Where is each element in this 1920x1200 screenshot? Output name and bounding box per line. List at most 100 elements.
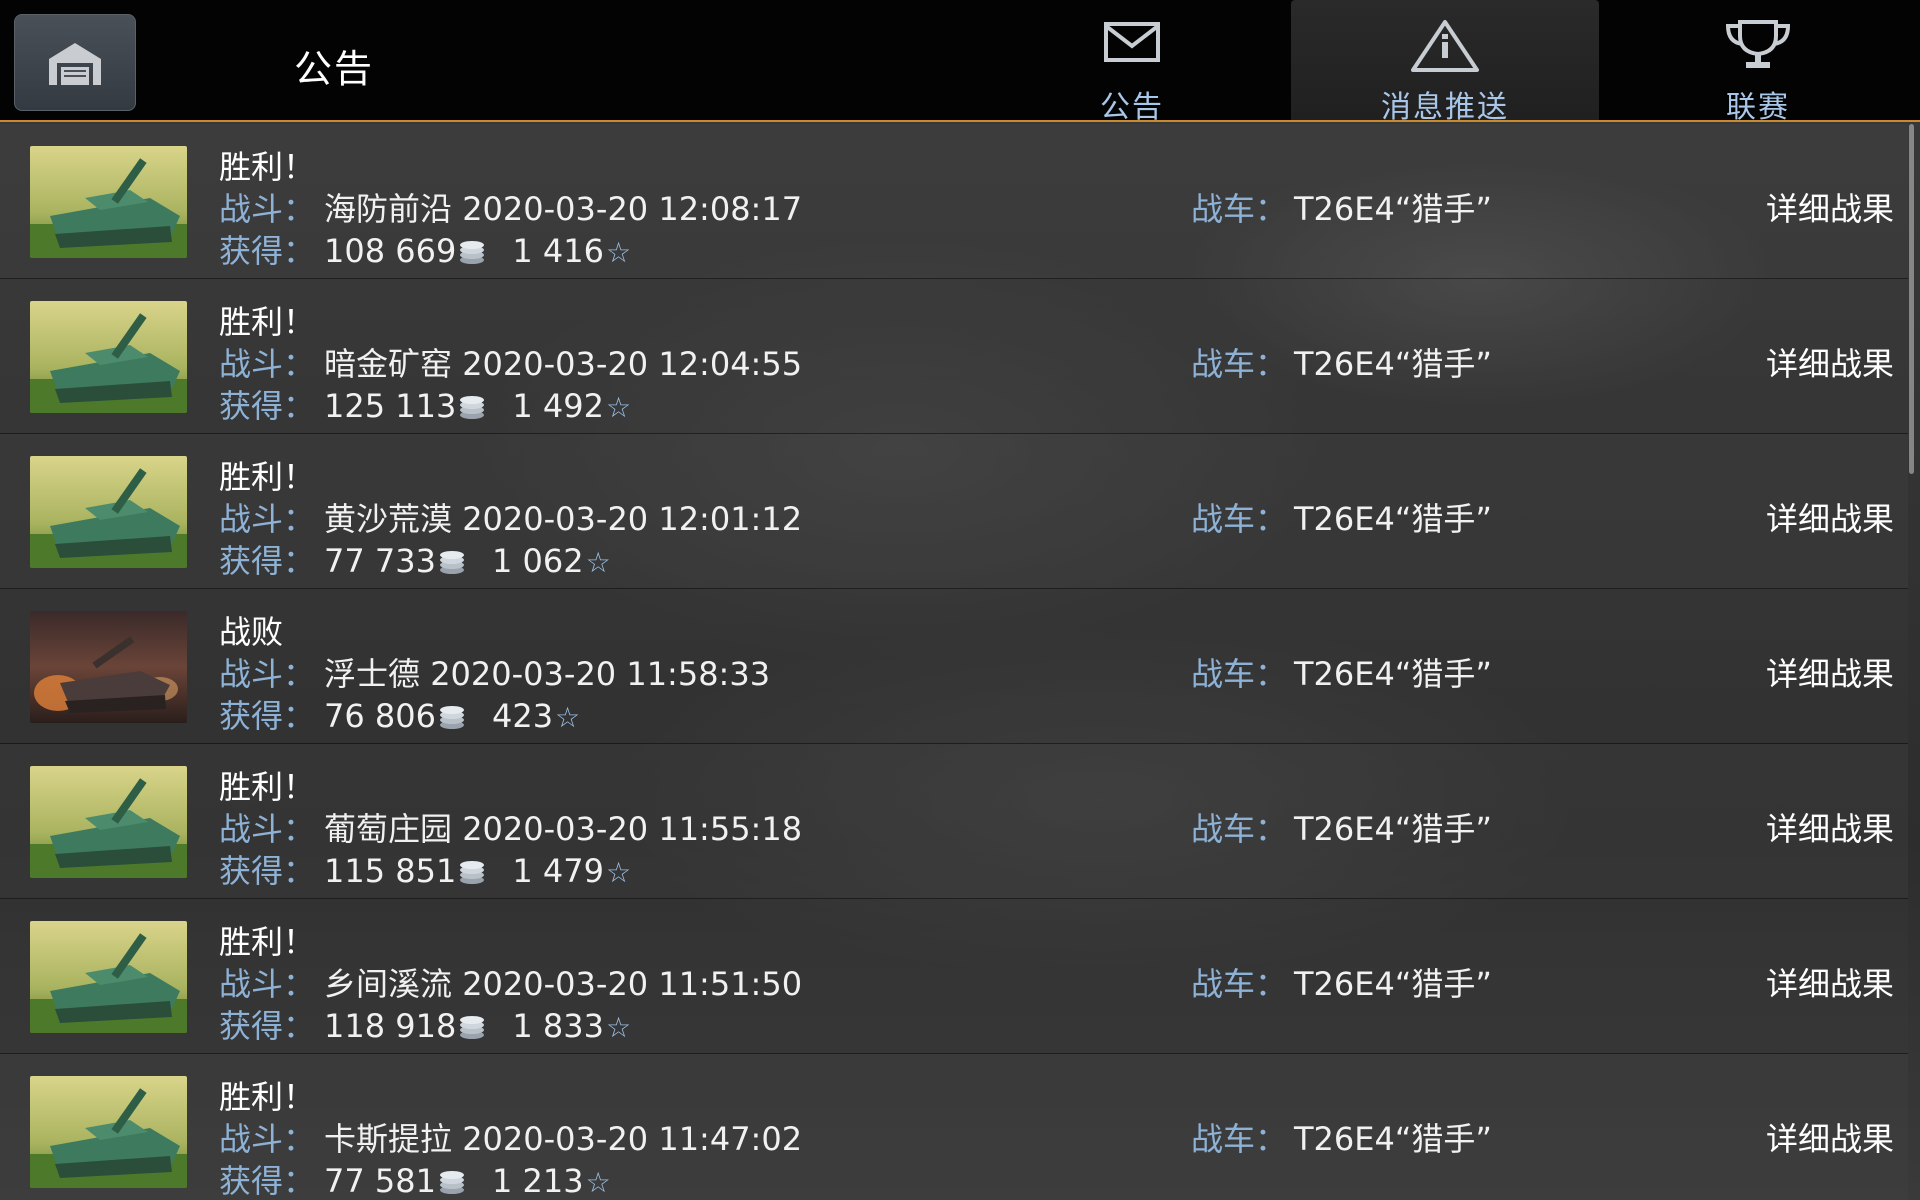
battle-result: 胜利！ xyxy=(219,148,316,186)
earnings-info: 获得： 115 851 1 479☆ xyxy=(219,846,631,892)
tank-thumbnail xyxy=(30,301,187,413)
battle-row[interactable]: 胜利！ 战斗： 海防前沿 2020-03-20 12:08:17 获得： 108 6… xyxy=(0,124,1908,279)
battle-result: 胜利！ xyxy=(219,923,316,961)
xp-value: 1 213 xyxy=(491,1162,584,1200)
earnings-info: 获得： 76 806 423☆ xyxy=(219,691,580,737)
battle-result: 胜利！ xyxy=(219,768,316,806)
credits-icon xyxy=(439,551,464,574)
battle-row[interactable]: 胜利！ 战斗： 暗金矿窑 2020-03-20 12:04:55 获得： 125 1… xyxy=(0,279,1908,434)
garage-home-button[interactable] xyxy=(14,14,136,111)
star-icon: ☆ xyxy=(605,856,632,889)
credits-icon xyxy=(460,1016,485,1039)
credits-icon xyxy=(439,1171,464,1194)
battle-result: 胜利！ xyxy=(219,458,316,496)
battle-label: 战斗： xyxy=(219,190,316,228)
earnings-info: 获得： 108 669 1 416☆ xyxy=(219,226,631,272)
tab-push-messages[interactable]: 消息推送 xyxy=(1291,0,1599,125)
battle-info: 战斗： 葡萄庄园 2020-03-20 11:55:18 xyxy=(219,804,802,850)
map-name: 乡间溪流 xyxy=(324,965,453,1003)
xp-value: 1 479 xyxy=(512,852,604,890)
battle-info: 战斗： 浮士德 2020-03-20 11:58:33 xyxy=(219,649,770,695)
credits-value: 125 113 xyxy=(324,387,457,425)
trophy-icon xyxy=(1725,20,1791,68)
battle-label: 战斗： xyxy=(219,810,316,848)
earned-label: 获得： xyxy=(219,697,316,735)
battle-row[interactable]: 胜利！ 战斗： 乡间溪流 2020-03-20 11:51:50 获得： 118 9… xyxy=(0,899,1908,1054)
battle-label: 战斗： xyxy=(219,345,316,383)
garage-icon xyxy=(49,42,101,85)
battle-row[interactable]: 战败 战斗： 浮士德 2020-03-20 11:58:33 获得： 76 806 … xyxy=(0,589,1908,744)
tab-label: 联赛 xyxy=(1726,90,1790,125)
tank-thumbnail xyxy=(30,921,187,1033)
tank-label: 战车： xyxy=(1191,1120,1288,1158)
tank-thumbnail xyxy=(30,146,187,258)
earned-label: 获得： xyxy=(219,387,316,425)
detailed-results-button[interactable]: 详细战果 xyxy=(1766,959,1894,1005)
tab-announcements[interactable]: 公告 xyxy=(978,0,1286,125)
battle-row[interactable]: 胜利！ 战斗： 黄沙荒漠 2020-03-20 12:01:12 获得： 77 73… xyxy=(0,434,1908,589)
detailed-results-button[interactable]: 详细战果 xyxy=(1766,649,1894,695)
credits-value: 115 851 xyxy=(324,852,457,890)
top-bar: 公告 公告 消息推送 联赛 xyxy=(0,0,1920,125)
detailed-results-button[interactable]: 详细战果 xyxy=(1766,1114,1894,1160)
credits-icon xyxy=(460,241,485,264)
detailed-results-button[interactable]: 详细战果 xyxy=(1766,339,1894,385)
envelope-icon xyxy=(1104,22,1160,62)
battle-notifications-screen: 公告 公告 消息推送 联赛 胜利！ 战斗： 海防前沿 2020-03-20 12… xyxy=(0,0,1920,1200)
map-name: 海防前沿 xyxy=(324,190,453,228)
map-name: 黄沙荒漠 xyxy=(324,500,453,538)
tank-name: T26E4“猎手” xyxy=(1294,345,1493,383)
battle-datetime: 2020-03-20 12:04:55 xyxy=(462,345,803,383)
map-name: 卡斯提拉 xyxy=(324,1120,453,1158)
earned-label: 获得： xyxy=(219,852,316,890)
battle-result: 战败 xyxy=(219,613,284,651)
map-name: 浮士德 xyxy=(324,655,421,693)
scrollbar[interactable] xyxy=(1909,124,1914,474)
tab-league[interactable]: 联赛 xyxy=(1604,0,1912,125)
tank-thumbnail xyxy=(30,611,187,723)
battle-datetime: 2020-03-20 11:58:33 xyxy=(430,655,771,693)
star-icon: ☆ xyxy=(585,1166,611,1199)
star-icon: ☆ xyxy=(605,236,632,269)
earned-label: 获得： xyxy=(219,232,316,270)
battle-info: 战斗： 海防前沿 2020-03-20 12:08:17 xyxy=(219,184,802,230)
detailed-results-button[interactable]: 详细战果 xyxy=(1766,494,1894,540)
tank-name: T26E4“猎手” xyxy=(1294,500,1493,538)
tank-thumbnail-victory xyxy=(30,921,187,1033)
battle-info: 战斗： 卡斯提拉 2020-03-20 11:47:02 xyxy=(219,1114,802,1160)
battle-label: 战斗： xyxy=(219,655,316,693)
earned-label: 获得： xyxy=(219,1162,316,1200)
battle-datetime: 2020-03-20 11:51:50 xyxy=(462,965,803,1003)
xp-value: 1 416 xyxy=(512,232,604,270)
tank-label: 战车： xyxy=(1191,655,1288,693)
tank-thumbnail-victory xyxy=(30,1076,187,1188)
xp-value: 1 492 xyxy=(512,387,604,425)
battle-list: 胜利！ 战斗： 海防前沿 2020-03-20 12:08:17 获得： 108 6… xyxy=(0,124,1908,1200)
detailed-results-button[interactable]: 详细战果 xyxy=(1766,184,1894,230)
tank-name: T26E4“猎手” xyxy=(1294,190,1493,228)
star-icon: ☆ xyxy=(555,701,581,734)
tank-thumbnail-victory xyxy=(30,766,187,878)
battle-result: 胜利！ xyxy=(219,1078,316,1116)
credits-icon xyxy=(460,396,485,419)
credits-value: 118 918 xyxy=(324,1007,457,1045)
battle-datetime: 2020-03-20 11:47:02 xyxy=(462,1120,803,1158)
earned-label: 获得： xyxy=(219,1007,316,1045)
detailed-results-button[interactable]: 详细战果 xyxy=(1766,804,1894,850)
xp-value: 423 xyxy=(491,697,554,735)
credits-value: 76 806 xyxy=(324,697,436,735)
battle-datetime: 2020-03-20 12:08:17 xyxy=(462,190,803,228)
page-title: 公告 xyxy=(294,47,375,91)
battle-datetime: 2020-03-20 11:55:18 xyxy=(462,810,803,848)
battle-datetime: 2020-03-20 12:01:12 xyxy=(462,500,803,538)
tank-label: 战车： xyxy=(1191,500,1288,538)
tank-name: T26E4“猎手” xyxy=(1294,810,1493,848)
earned-label: 获得： xyxy=(219,542,316,580)
battle-info: 战斗： 乡间溪流 2020-03-20 11:51:50 xyxy=(219,959,802,1005)
xp-value: 1 833 xyxy=(512,1007,604,1045)
tank-label: 战车： xyxy=(1191,190,1288,228)
battle-row[interactable]: 胜利！ 战斗： 卡斯提拉 2020-03-20 11:47:02 获得： 77 58… xyxy=(0,1054,1908,1200)
battle-row[interactable]: 胜利！ 战斗： 葡萄庄园 2020-03-20 11:55:18 获得： 115 8… xyxy=(0,744,1908,899)
credits-value: 77 581 xyxy=(324,1162,436,1200)
tab-label: 公告 xyxy=(1100,90,1164,125)
